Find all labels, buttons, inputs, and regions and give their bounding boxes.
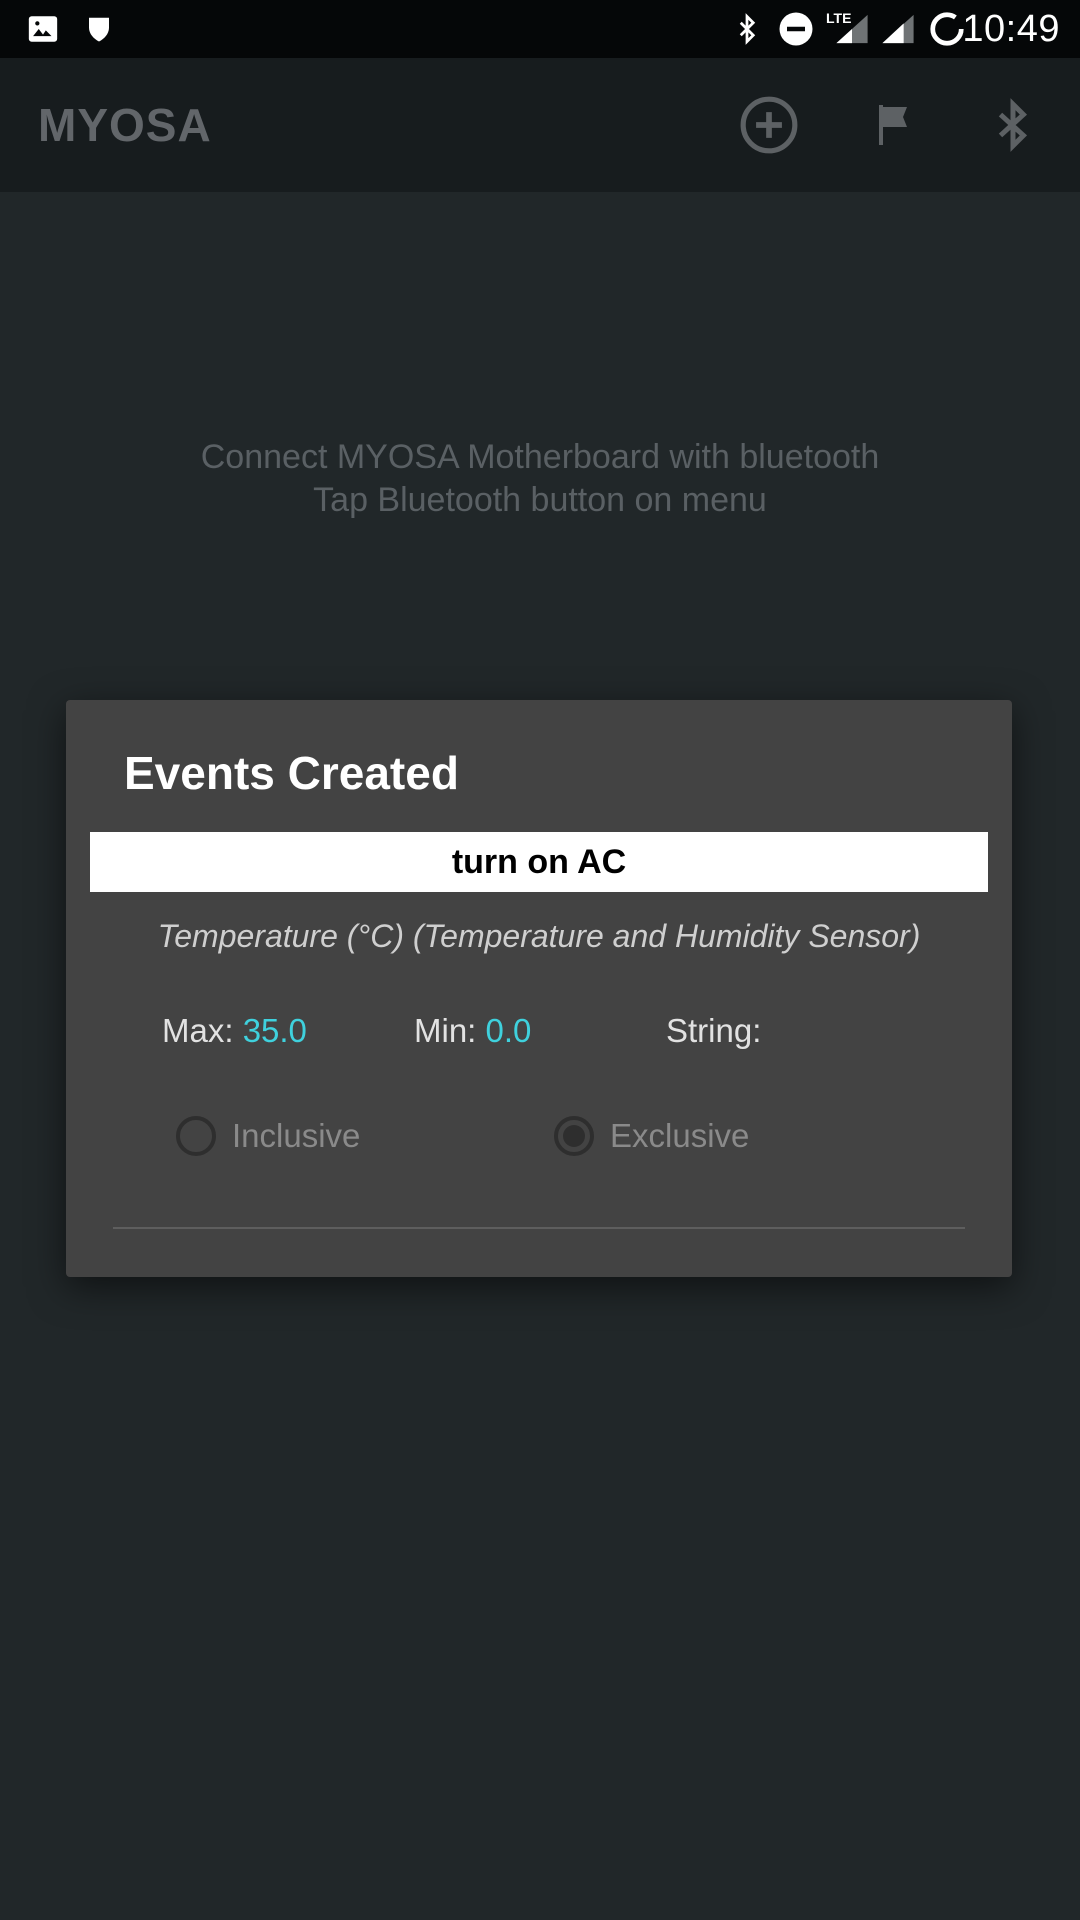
max-value: 35.0 bbox=[242, 1012, 307, 1049]
flag-icon bbox=[879, 105, 907, 145]
max-field: Max: 35.0 bbox=[162, 1012, 307, 1050]
exclusive-radio[interactable]: Exclusive bbox=[554, 1116, 749, 1156]
max-label: Max: bbox=[162, 1012, 234, 1049]
status-bar: LTE 10:49 bbox=[0, 0, 1080, 58]
exclusive-label: Exclusive bbox=[610, 1117, 750, 1154]
bluetooth-connect-button[interactable] bbox=[976, 88, 1050, 162]
min-value: 0.0 bbox=[485, 1012, 532, 1049]
min-label: Min: bbox=[414, 1012, 477, 1049]
string-label: String: bbox=[666, 1012, 762, 1049]
inclusive-radio[interactable]: Inclusive bbox=[176, 1116, 360, 1156]
bluetooth-icon bbox=[998, 98, 1028, 152]
inclusive-label: Inclusive bbox=[232, 1117, 361, 1154]
app-bar: MYOSA bbox=[0, 58, 1080, 192]
shield-icon bbox=[84, 0, 114, 58]
add-circle-icon bbox=[740, 96, 798, 154]
sensor-description: Temperature (°C) (Temperature and Humidi… bbox=[157, 918, 921, 954]
bluetooth-icon bbox=[732, 0, 762, 58]
dialog-title: Events Created bbox=[124, 747, 459, 799]
do-not-disturb-icon bbox=[778, 0, 814, 58]
instruction-line-2: Tap Bluetooth button on menu bbox=[313, 481, 767, 519]
divider bbox=[113, 1227, 965, 1229]
events-flag-button[interactable] bbox=[856, 88, 930, 162]
signal-icon bbox=[834, 0, 870, 58]
status-time: 10:49 bbox=[962, 7, 1060, 50]
events-created-dialog: Events Created turn on AC Temperature (°… bbox=[66, 700, 1012, 1277]
string-field: String: bbox=[666, 1012, 761, 1050]
instruction-line-1: Connect MYOSA Motherboard with bluetooth bbox=[200, 438, 880, 476]
signal-icon bbox=[880, 0, 916, 58]
add-event-button[interactable] bbox=[732, 88, 806, 162]
radio-unchecked-icon bbox=[176, 1116, 216, 1156]
event-name[interactable]: turn on AC bbox=[90, 832, 988, 892]
app-title: MYOSA bbox=[38, 99, 212, 151]
radio-checked-icon bbox=[554, 1116, 594, 1156]
connect-instructions: Connect MYOSA Motherboard with bluetooth… bbox=[0, 436, 1080, 522]
min-field: Min: 0.0 bbox=[414, 1012, 531, 1050]
image-icon bbox=[26, 0, 60, 58]
sync-icon bbox=[928, 0, 966, 58]
